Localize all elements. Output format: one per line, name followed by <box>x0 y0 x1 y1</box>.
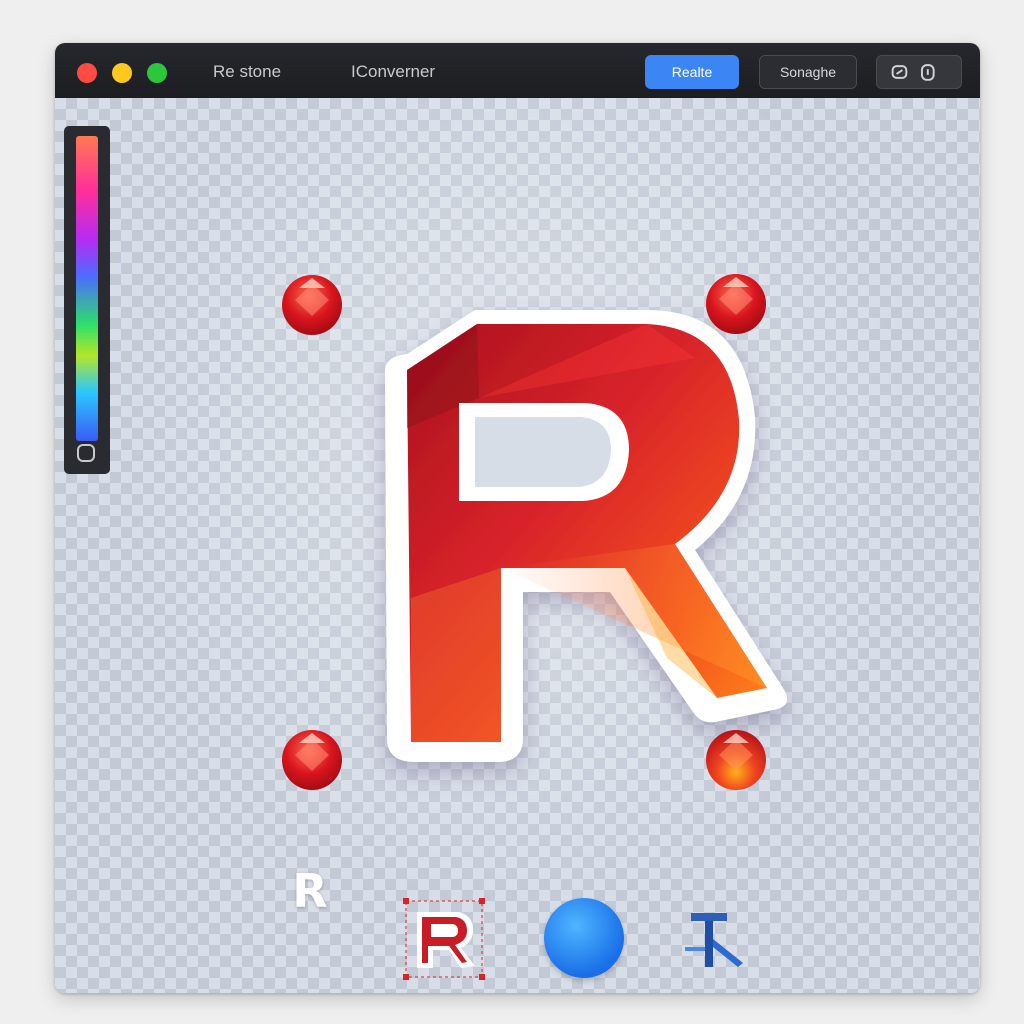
r-logo-icon <box>403 898 485 980</box>
plain-r-tool[interactable]: R <box>281 862 339 920</box>
link-icon[interactable] <box>891 65 908 79</box>
text-transform-icon <box>685 913 743 967</box>
color-picker-handle[interactable] <box>77 444 95 462</box>
title-bar: Re stone IConverner Realte Sonaghe <box>55 43 980 98</box>
image-canvas[interactable]: R <box>55 98 980 993</box>
maximize-window-button[interactable] <box>147 63 167 83</box>
resize-handle-top-right[interactable] <box>706 274 766 334</box>
resize-handle-bottom-right[interactable] <box>706 730 766 790</box>
logo-r-tool[interactable] <box>403 898 485 980</box>
close-window-button[interactable] <box>77 63 97 83</box>
toolbar-icon-group <box>876 55 962 89</box>
info-icon[interactable] <box>920 64 935 81</box>
secondary-button[interactable]: Sonaghe <box>759 55 857 89</box>
logo-artwork <box>282 274 788 790</box>
primary-button[interactable]: Realte <box>645 55 739 89</box>
color-palette-panel <box>64 126 110 474</box>
color-spectrum-slider[interactable] <box>76 136 98 441</box>
app-window: Re stone IConverner Realte Sonaghe R <box>55 43 980 993</box>
r-logo[interactable] <box>385 310 788 762</box>
ellipse-tool[interactable] <box>544 898 624 978</box>
text-tool[interactable] <box>683 903 753 973</box>
resize-handle-bottom-left[interactable] <box>282 730 342 790</box>
resize-handle-top-left[interactable] <box>282 275 342 335</box>
minimize-window-button[interactable] <box>112 63 132 83</box>
window-title: Re stone <box>213 62 282 81</box>
app-name: IConverner <box>351 62 436 81</box>
